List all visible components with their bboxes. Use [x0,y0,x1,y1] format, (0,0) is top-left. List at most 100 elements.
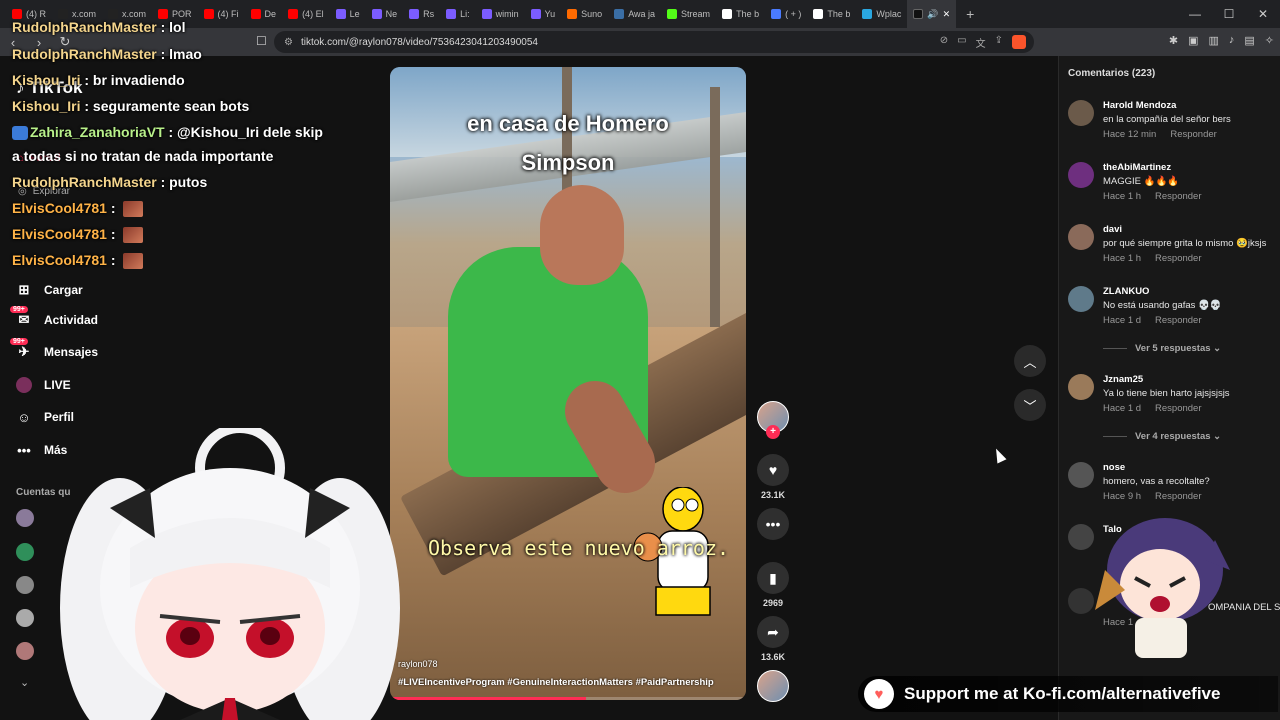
browser-tab[interactable]: Le [330,0,366,28]
bookmark-icon[interactable]: ☐ [256,34,267,48]
sidebar-item-profile[interactable]: ☺ Perfil [16,409,74,425]
split-view-icon[interactable]: ▤ [1244,34,1254,47]
comment-username[interactable]: Harold Mendoza [1103,100,1176,111]
mouse-cursor-icon [991,446,1007,464]
sidebar-toggle-icon[interactable]: ▥ [1208,34,1218,47]
reply-button[interactable]: Responder [1155,253,1201,264]
browser-tab-active[interactable]: 🔊 ✕ [907,0,957,28]
view-replies-button[interactable]: Ver 4 respuestas ⌄ [1103,431,1221,442]
notification-badge: 99+ [10,306,28,313]
reply-button[interactable]: Responder [1155,191,1201,202]
tab-favicon-icon [335,9,346,19]
sidebar-item-upload[interactable]: ⊞ Cargar [16,282,83,298]
browser-tab[interactable]: Stream [661,0,716,28]
cast-icon[interactable]: ▭ [957,35,966,50]
chevron-down-icon[interactable]: ⌄ [20,676,29,689]
profile-icon: ☺ [17,409,31,425]
chat-username: RudolphRanchMaster [12,46,157,62]
browser-tab[interactable]: Yu [525,0,562,28]
browser-tab[interactable]: Rs [403,0,440,28]
avatar[interactable] [16,609,34,627]
comment-text: en la compañía del señor bers [1103,114,1231,125]
creator-avatar-button[interactable]: + [755,401,791,439]
avatar[interactable] [1068,100,1094,126]
browser-tab[interactable]: Wplac [856,0,907,28]
chat-username: Zahira_ZanahoriaVT [30,124,165,140]
sidebar-item-live[interactable]: LIVE [16,377,71,393]
url-field[interactable]: ⚙ tiktok.com/@raylon078/video/7536423041… [274,31,1034,53]
video-player[interactable]: en casa de Homero Simpson raylon078 #LIV… [390,67,746,700]
brave-shield-icon[interactable] [1012,34,1026,49]
tiktok-favicon-icon [913,9,924,19]
follow-plus-icon[interactable]: + [766,425,780,439]
comment-username[interactable]: Jznam25 [1103,374,1143,385]
sound-button[interactable] [755,670,791,702]
share-button[interactable]: ➦ 13.6K [755,616,791,662]
avatar[interactable] [1068,224,1094,250]
avatar[interactable] [1068,462,1094,488]
minimize-icon[interactable]: — [1178,0,1212,28]
kofi-banner[interactable]: ♥ Support me at Ko-fi.com/alternativefiv… [858,676,1278,712]
comment-text: por qué siempre grita lo mismo 🥹jksjs [1103,238,1267,249]
avatar[interactable] [1068,286,1094,312]
comment-username[interactable]: nose [1103,462,1125,473]
wallet-icon[interactable]: ▣ [1188,34,1198,47]
avatar[interactable] [16,509,34,527]
avatar[interactable] [16,543,34,561]
browser-tab[interactable]: Awa ja [608,0,661,28]
tab-label: Ne [385,9,398,19]
browser-tab[interactable]: ( + ) [765,0,807,28]
reply-button[interactable]: Responder [1155,315,1201,326]
tab-label: Le [349,9,360,19]
comment-username[interactable]: ZLANKUO [1103,286,1149,297]
browser-tab[interactable]: Li: [440,0,476,28]
browser-tab[interactable]: The b [716,0,765,28]
share-icon[interactable]: ⇪ [995,35,1003,50]
browser-tab[interactable]: (4) El [282,0,330,28]
next-video-button[interactable]: ﹀ [1014,389,1046,421]
browser-tab[interactable]: Suno [561,0,608,28]
reply-button[interactable]: Responder [1155,403,1201,414]
avatar[interactable] [1068,374,1094,400]
close-tab-icon[interactable]: ✕ [943,9,951,20]
sidebar-item-messages[interactable]: ✈ 99+ Mensajes [10,338,98,360]
view-replies-button[interactable]: Ver 5 respuestas ⌄ [1103,343,1221,354]
browser-tab[interactable]: Ne [366,0,404,28]
comment-username[interactable]: davi [1103,224,1122,235]
site-info-icon[interactable]: ⚙ [284,37,293,48]
emote-icon [123,227,144,244]
chat-text: : br invadiendo [80,72,185,88]
avatar[interactable] [16,642,34,660]
avatar[interactable] [16,576,34,594]
tab-label: (4) Fi [217,9,239,19]
browser-tab[interactable]: The b [807,0,856,28]
previous-video-button[interactable]: ︿ [1014,345,1046,377]
browser-tab[interactable]: De [245,0,283,28]
extensions-icon[interactable]: ✱ [1169,34,1178,47]
close-window-icon[interactable]: ✕ [1246,0,1280,28]
eye-off-icon[interactable]: ⊘ [940,35,948,50]
tab-label: Wplac [876,9,902,19]
sidebar-item-activity[interactable]: ✉ 99+ Actividad [10,306,98,328]
maximize-icon[interactable]: ☐ [1212,0,1246,28]
comment-username[interactable]: theAbiMartinez [1103,162,1171,173]
save-button[interactable]: ▮ 2969 [755,562,791,608]
tab-label: POR [172,9,192,19]
music-icon[interactable]: ♪ [1229,34,1235,47]
chat-text: : putos [156,174,208,190]
video-progress-bar[interactable] [390,697,746,700]
chat-message: Kishou_Iri : br invadiendo [12,72,185,88]
comment-button[interactable]: ••• [755,508,791,540]
new-tab-button[interactable]: + [956,6,984,22]
chat-text: a todas si no tratan de nada importante [12,148,274,164]
sidebar-item-label: LIVE [44,378,71,392]
video-hashtags[interactable]: #LIVEIncentiveProgram #GenuineInteractio… [398,677,714,688]
reply-button[interactable]: Responder [1170,129,1216,140]
avatar[interactable] [1068,162,1094,188]
browser-tab[interactable]: wimin [476,0,525,28]
tab-favicon-icon [667,9,678,19]
leo-icon[interactable]: ✧ [1265,34,1274,47]
browser-tab[interactable]: (4) Fi [198,0,245,28]
translate-icon[interactable]: 文 [976,35,986,50]
like-button[interactable]: ♥ 23.1K [755,454,791,500]
